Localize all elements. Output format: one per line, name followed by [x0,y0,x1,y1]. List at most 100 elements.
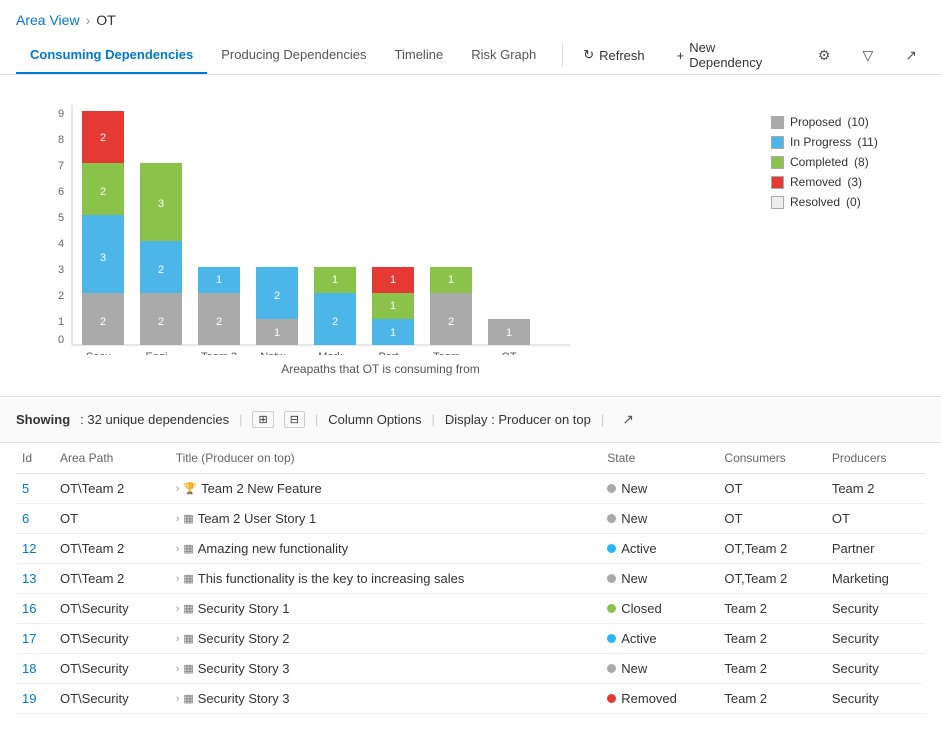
dep-count: : 32 unique dependencies [80,412,229,427]
svg-text:1: 1 [274,327,280,339]
settings-icon[interactable]: ⚙ [810,43,839,68]
breadcrumb-link[interactable]: Area View [16,12,80,28]
row-expand-icon[interactable]: › [176,483,180,495]
row-title-text: Team 2 User Story 1 [198,511,317,526]
legend-removed: Removed (3) [771,175,911,189]
legend-removed-box [771,176,784,189]
svg-text:Engi...: Engi... [145,351,176,355]
row-icon-story: ▦ [183,512,193,525]
cell-state: Closed [601,594,718,624]
table-row: 5 OT\Team 2 › 🏆 Team 2 New Feature New O… [16,474,925,504]
cell-consumers: OT,Team 2 [718,534,825,564]
cell-producers: Security [826,654,925,684]
legend-removed-label: Removed [790,175,841,189]
svg-text:3: 3 [100,252,106,264]
row-icon-story: ▦ [183,542,193,555]
collapse-rows-icon[interactable]: ⊟ [284,411,305,428]
svg-text:1: 1 [216,274,222,286]
svg-text:1: 1 [390,327,396,339]
row-icon-story: ▦ [183,602,193,615]
state-dot [607,574,616,583]
state-text: New [621,571,647,586]
legend-completed-box [771,156,784,169]
table-row: 16 OT\Security › ▦ Security Story 1 Clos… [16,594,925,624]
cell-id: 16 [16,594,54,624]
row-expand-icon[interactable]: › [176,603,180,615]
row-expand-icon[interactable]: › [176,633,180,645]
legend-proposed-count: (10) [847,115,868,129]
row-title-text: Security Story 2 [198,631,290,646]
cell-id: 5 [16,474,54,504]
svg-text:2: 2 [448,316,454,328]
table-row: 18 OT\Security › ▦ Security Story 3 New … [16,654,925,684]
cell-id: 6 [16,504,54,534]
row-expand-icon[interactable]: › [176,543,180,555]
row-expand-icon[interactable]: › [176,573,180,585]
id-link-5[interactable]: 5 [22,481,29,496]
table-wrap: Id Area Path Title (Producer on top) Sta… [0,443,941,714]
sep1: | [239,412,242,427]
expand-icon[interactable]: ↗ [897,43,925,68]
chart-area: 9 8 7 6 5 4 3 2 1 0 2 3 2 2 [30,95,731,386]
id-link-18[interactable]: 18 [22,661,36,676]
tab-risk-graph[interactable]: Risk Graph [457,37,550,74]
row-expand-icon[interactable]: › [176,513,180,525]
svg-text:2: 2 [274,290,280,302]
legend-resolved-label: Resolved [790,195,840,209]
svg-text:2: 2 [332,316,338,328]
state-text: Active [621,631,656,646]
fullscreen-icon[interactable]: ↗ [614,407,642,432]
id-link-13[interactable]: 13 [22,571,36,586]
cell-state: New [601,474,718,504]
column-options-button[interactable]: Column Options [328,412,421,427]
row-title-text: Amazing new functionality [198,541,348,556]
refresh-label: Refresh [599,48,645,63]
plus-icon: + [677,48,685,63]
cell-title: › ▦ This functionality is the key to inc… [170,564,602,594]
table-body: 5 OT\Team 2 › 🏆 Team 2 New Feature New O… [16,474,925,714]
svg-text:3: 3 [58,264,64,276]
svg-text:1: 1 [390,274,396,286]
sep3: | [432,412,435,427]
svg-text:2: 2 [216,316,222,328]
cell-consumers: Team 2 [718,654,825,684]
col-title: Title (Producer on top) [170,443,602,474]
chart-title: Areapaths that OT is consuming from [30,362,731,386]
cell-area: OT\Team 2 [54,564,170,594]
svg-text:1: 1 [332,274,338,286]
svg-text:1: 1 [506,327,512,339]
row-title-text: Security Story 3 [198,691,290,706]
svg-text:8: 8 [58,134,64,146]
row-expand-icon[interactable]: › [176,663,180,675]
id-link-19[interactable]: 19 [22,691,36,706]
svg-text:2: 2 [100,186,106,198]
svg-text:2: 2 [100,132,106,144]
display-label: Display : Producer on top [445,412,591,427]
filter-icon[interactable]: ▽ [854,43,881,68]
tab-producing-dependencies[interactable]: Producing Dependencies [207,37,380,74]
row-expand-icon[interactable]: › [176,693,180,705]
svg-text:2: 2 [58,290,64,302]
expand-rows-icon[interactable]: ⊞ [252,411,273,428]
id-link-12[interactable]: 12 [22,541,36,556]
legend-completed-label: Completed [790,155,848,169]
svg-text:2: 2 [100,316,106,328]
id-link-6[interactable]: 6 [22,511,29,526]
svg-text:7: 7 [58,160,64,172]
state-text: New [621,481,647,496]
cell-area: OT\Security [54,624,170,654]
legend-inprogress-box [771,136,784,149]
tab-consuming-dependencies[interactable]: Consuming Dependencies [16,37,207,74]
refresh-button[interactable]: ↻ Refresh [575,43,652,67]
svg-text:0: 0 [58,334,64,346]
id-link-16[interactable]: 16 [22,601,36,616]
row-title-text: This functionality is the key to increas… [198,571,465,586]
new-dependency-button[interactable]: + New Dependency [669,36,794,74]
legend-resolved-box [771,196,784,209]
id-link-17[interactable]: 17 [22,631,36,646]
tab-timeline[interactable]: Timeline [381,37,458,74]
nav-bar: Consuming Dependencies Producing Depende… [0,36,941,75]
cell-producers: Security [826,594,925,624]
breadcrumb: Area View › OT [0,0,941,36]
breadcrumb-sep: › [86,12,91,28]
